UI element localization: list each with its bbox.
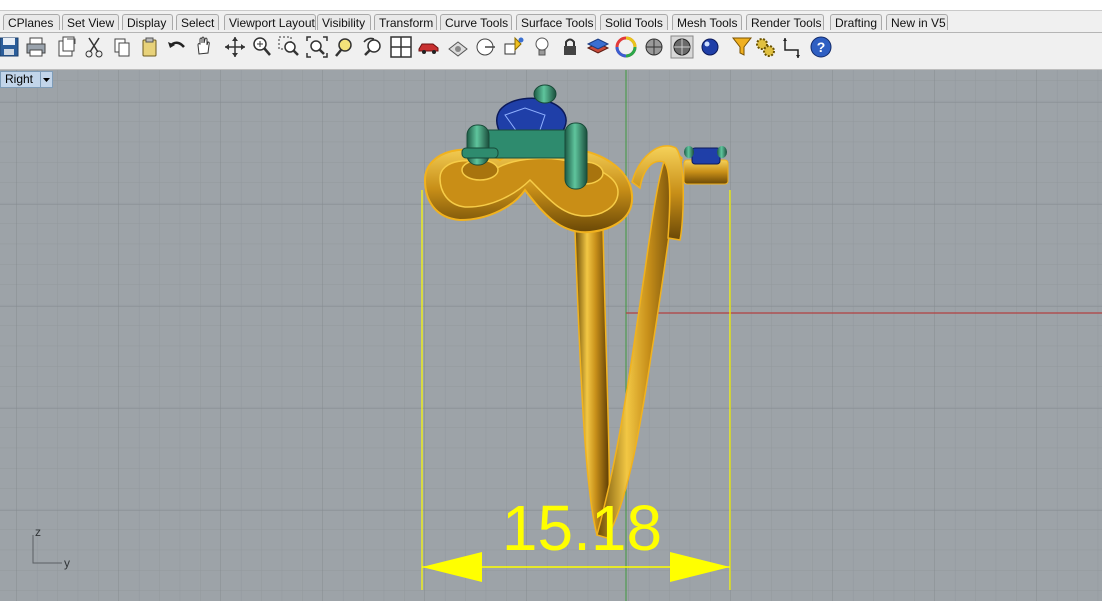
viewport-title[interactable]: Right [0, 71, 41, 88]
render-blue-sphere-icon[interactable] [697, 34, 723, 60]
svg-text:?: ? [817, 39, 826, 55]
export-icon[interactable] [53, 34, 79, 60]
four-viewports-icon[interactable] [388, 34, 414, 60]
tab-select[interactable]: Select [176, 14, 219, 30]
prong-top [533, 84, 557, 104]
side-stone [691, 147, 721, 165]
prong-right [564, 122, 588, 190]
dimension-icon[interactable] [780, 34, 806, 60]
chevron-down-icon [43, 78, 50, 82]
toolbar-tab-bar: CPlanes Set View Display Select Viewport… [0, 11, 1102, 33]
viewport-menu-button[interactable] [40, 71, 53, 88]
light-bulb-icon[interactable] [529, 34, 555, 60]
copy-icon[interactable] [109, 34, 135, 60]
color-wheel-icon[interactable] [613, 34, 639, 60]
rendered-sphere-icon[interactable] [669, 34, 695, 60]
zoom-selected-icon[interactable] [332, 34, 358, 60]
tab-new-in-v5[interactable]: New in V5 [886, 14, 948, 30]
title-strip [0, 0, 1102, 11]
prong-left [466, 124, 490, 166]
tab-render-tools[interactable]: Render Tools [746, 14, 824, 30]
tab-surface-tools[interactable]: Surface Tools [516, 14, 596, 30]
zoom-icon[interactable] [249, 34, 275, 60]
tab-display[interactable]: Display [122, 14, 173, 30]
shaded-sphere-icon[interactable] [641, 34, 667, 60]
triad-y-label: y [64, 556, 70, 570]
print-icon[interactable] [23, 34, 49, 60]
rotate-view-icon[interactable] [222, 34, 248, 60]
cut-icon[interactable] [81, 34, 107, 60]
layer-icon[interactable] [585, 34, 611, 60]
right-viewport[interactable]: 15.18 z y Right [0, 70, 1102, 601]
main-toolbar: ? [0, 33, 1102, 70]
tab-transform[interactable]: Transform [374, 14, 437, 30]
paste-icon[interactable] [137, 34, 163, 60]
side-prong-left [684, 146, 694, 158]
save-icon[interactable] [0, 34, 22, 60]
help-icon[interactable]: ? [808, 34, 834, 60]
tab-cplanes[interactable]: CPlanes [3, 14, 60, 30]
tab-drafting[interactable]: Drafting [830, 14, 882, 30]
triad-z-label: z [35, 525, 41, 539]
viewport-canvas[interactable]: 15.18 z y [0, 70, 1102, 601]
lock-icon[interactable] [557, 34, 583, 60]
tab-viewport-layout[interactable]: Viewport Layout [224, 14, 316, 30]
zoom-extents-icon[interactable] [304, 34, 330, 60]
tab-curve-tools[interactable]: Curve Tools [440, 14, 512, 30]
dimension-value: 15.18 [502, 492, 662, 564]
tab-mesh-tools[interactable]: Mesh Tools [672, 14, 742, 30]
undo-icon[interactable] [164, 34, 190, 60]
pan-hand-icon[interactable] [191, 34, 217, 60]
named-view-icon[interactable] [445, 34, 471, 60]
undo-view-icon[interactable] [360, 34, 386, 60]
zoom-window-icon[interactable] [276, 34, 302, 60]
prong-base-left [461, 147, 499, 159]
snapshot-icon[interactable] [501, 34, 527, 60]
cplane-icon[interactable] [473, 34, 499, 60]
tab-solid-tools[interactable]: Solid Tools [600, 14, 668, 30]
side-prong-right [717, 146, 727, 158]
tab-visibility[interactable]: Visibility [317, 14, 371, 30]
tab-set-view[interactable]: Set View [62, 14, 119, 30]
options-gear-icon[interactable] [752, 34, 778, 60]
car-icon[interactable] [416, 34, 442, 60]
